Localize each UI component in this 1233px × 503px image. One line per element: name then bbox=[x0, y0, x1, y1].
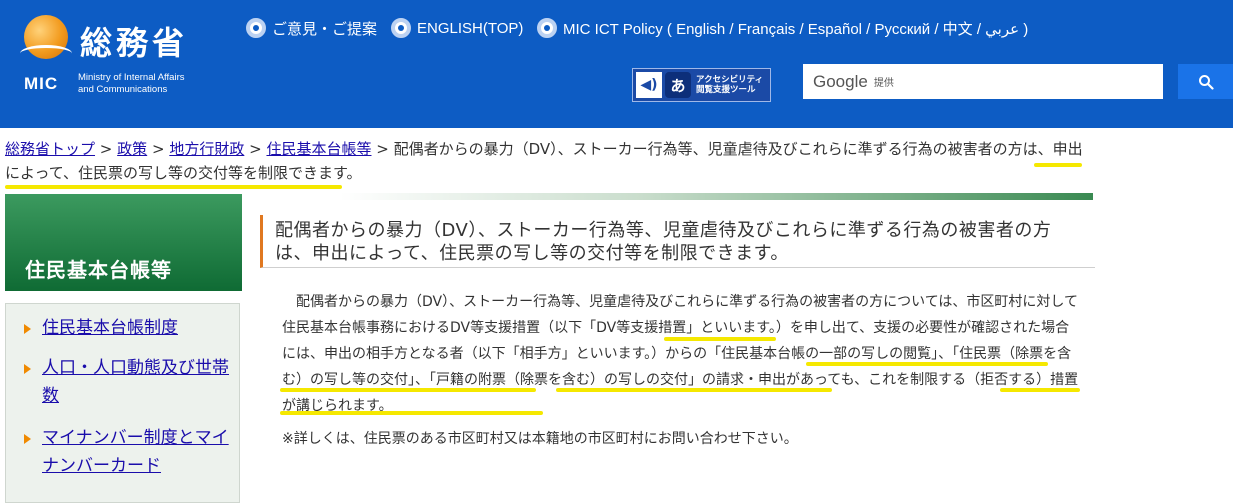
speaker-icon: ◀) bbox=[636, 72, 662, 98]
link-feedback-label[interactable]: ご意見・ご提案 bbox=[272, 18, 377, 39]
section-divider bbox=[340, 193, 1093, 200]
search-button[interactable] bbox=[1178, 64, 1233, 99]
hiragana-a-icon: あ bbox=[665, 72, 691, 98]
radio-bullet-icon bbox=[246, 18, 266, 38]
link-ict-policy-label[interactable]: MIC ICT Policy ( English / Français / Es… bbox=[563, 18, 1028, 39]
mic-logo-icon[interactable] bbox=[20, 15, 72, 59]
breadcrumb: 総務省トップ > 政策 > 地方行財政 > 住民基本台帳等 > 配偶者からの暴力… bbox=[5, 137, 1095, 185]
main-body-text: 配偶者からの暴力（DV）、ストーカー行為等、児童虐待及びこれらに準ずる行為の被害… bbox=[282, 289, 1082, 419]
google-provided: 提供 bbox=[873, 78, 894, 89]
link-english-top[interactable]: ENGLISH(TOP) bbox=[391, 18, 523, 38]
breadcrumb-local-finance[interactable]: 地方行財政 bbox=[169, 140, 244, 158]
arrow-right-icon bbox=[24, 324, 31, 334]
highlight-marker bbox=[280, 388, 536, 392]
sidebar-nav: 住民基本台帳制度 人口・人口動態及び世帯数 マイナンバー制度とマイナンバーカード bbox=[5, 303, 240, 503]
arrow-right-icon bbox=[24, 364, 31, 374]
sidebar-item-resident-registry-system[interactable]: 住民基本台帳制度 bbox=[24, 314, 224, 342]
logo-english-name: Ministry of Internal Affairs and Communi… bbox=[78, 72, 184, 96]
page-title: 配偶者からの暴力（DV）、ストーカー行為等、児童虐待及びこれらに準ずる行為の被害… bbox=[260, 215, 1095, 268]
page-title-text: 配偶者からの暴力（DV）、ストーカー行為等、児童虐待及びこれらに準ずる行為の被害… bbox=[275, 220, 1052, 264]
breadcrumb-separator: > bbox=[249, 140, 262, 158]
highlight-marker bbox=[556, 388, 832, 392]
breadcrumb-home[interactable]: 総務省トップ bbox=[5, 140, 95, 158]
link-english-top-label[interactable]: ENGLISH(TOP) bbox=[417, 20, 523, 37]
search-input[interactable]: Google 提供 bbox=[803, 64, 1163, 99]
breadcrumb-policy[interactable]: 政策 bbox=[117, 140, 147, 158]
breadcrumb-current: 配偶者からの暴力（DV）、ストーカー行為等、児童虐待及びこれらに準ずる行為の被害… bbox=[5, 140, 1083, 182]
breadcrumb-resident-registry[interactable]: 住民基本台帳等 bbox=[266, 140, 371, 158]
contact-note: ※詳しくは、住民票のある市区町村又は本籍地の市区町村にお問い合わせ下さい。 bbox=[282, 431, 798, 447]
highlight-marker bbox=[280, 411, 543, 415]
accessibility-label: アクセシビリティ 閲覧支援ツール bbox=[696, 75, 764, 95]
search-icon bbox=[1198, 74, 1214, 90]
breadcrumb-separator: > bbox=[151, 140, 165, 158]
sidebar-item-my-number[interactable]: マイナンバー制度とマイナンバーカード bbox=[24, 424, 234, 480]
radio-bullet-icon bbox=[537, 18, 557, 38]
highlight-marker bbox=[5, 185, 342, 189]
radio-bullet-icon bbox=[391, 18, 411, 38]
sidebar-item-population-stats[interactable]: 人口・人口動態及び世帯数 bbox=[24, 354, 239, 410]
logo-kanji[interactable]: 総務省 bbox=[80, 18, 188, 64]
highlight-marker bbox=[1000, 388, 1080, 392]
link-ict-policy[interactable]: MIC ICT Policy ( English / Français / Es… bbox=[537, 18, 1028, 38]
logo-english-line1: Ministry of Internal Affairs bbox=[78, 72, 185, 83]
accessibility-tool-button[interactable]: ◀) あ アクセシビリティ 閲覧支援ツール bbox=[632, 68, 771, 102]
logo-english-line2: and Communications bbox=[78, 84, 168, 95]
highlight-marker bbox=[1034, 163, 1082, 167]
breadcrumb-separator: > bbox=[99, 140, 113, 158]
highlight-marker bbox=[664, 337, 776, 341]
main-body-paragraph: 配偶者からの暴力（DV）、ストーカー行為等、児童虐待及びこれらに準ずる行為の被害… bbox=[282, 294, 1079, 414]
sidebar-heading: 住民基本台帳等 bbox=[5, 194, 242, 291]
site-header: 総務省 MIC Ministry of Internal Affairs and… bbox=[0, 0, 1233, 128]
breadcrumb-separator: > bbox=[376, 140, 389, 158]
sidebar-heading-label: 住民基本台帳等 bbox=[25, 258, 172, 282]
logo-abbr[interactable]: MIC bbox=[24, 74, 58, 94]
link-feedback[interactable]: ご意見・ご提案 bbox=[246, 18, 377, 38]
arrow-right-icon bbox=[24, 434, 31, 444]
google-brand: Google bbox=[813, 71, 868, 91]
highlight-marker bbox=[806, 362, 1048, 366]
